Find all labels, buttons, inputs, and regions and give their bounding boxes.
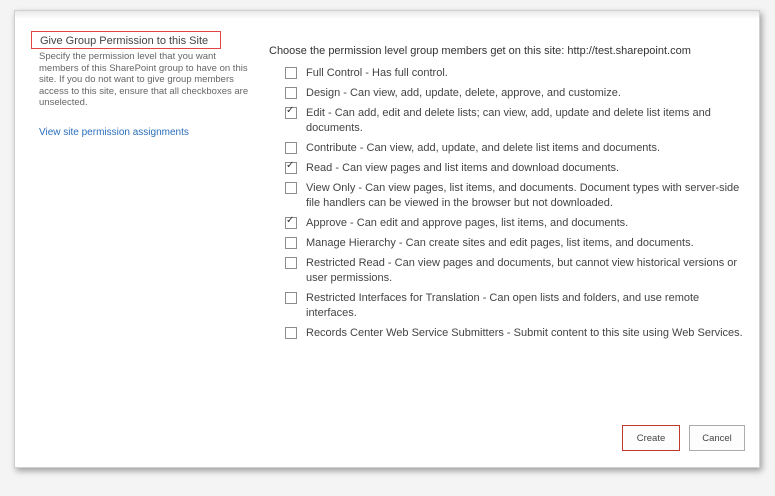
permission-item: Read - Can view pages and list items and… — [269, 160, 744, 176]
permission-item: Full Control - Has full control. — [269, 66, 744, 81]
permission-item: View Only - Can view pages, list items, … — [269, 181, 744, 211]
permission-checkbox[interactable] — [285, 327, 297, 339]
permission-label: Read - Can view pages and list items and… — [306, 162, 620, 174]
permission-item: Design - Can view, add, update, delete, … — [269, 86, 744, 101]
permission-checkbox[interactable] — [285, 87, 297, 99]
permission-item: Records Center Web Service Submitters - … — [269, 326, 744, 341]
permission-item: Restricted Interfaces for Translation - … — [269, 291, 744, 321]
permission-checkbox[interactable] — [285, 215, 297, 229]
permission-item: Manage Hierarchy - Can create sites and … — [269, 236, 744, 251]
create-button[interactable]: Create — [622, 425, 680, 451]
permission-checkbox[interactable] — [285, 182, 297, 194]
permission-intro: Choose the permission level group member… — [269, 45, 691, 57]
permission-checkbox[interactable] — [285, 292, 297, 304]
permission-item: Edit - Can add, edit and delete lists; c… — [269, 105, 744, 136]
section-description: Specify the permission level that you wa… — [39, 51, 249, 108]
permission-label: Manage Hierarchy - Can create sites and … — [306, 237, 694, 249]
permission-label: Approve - Can edit and approve pages, li… — [306, 217, 629, 229]
permission-checkbox[interactable] — [285, 67, 297, 79]
permission-label: Restricted Interfaces for Translation - … — [306, 292, 700, 319]
section-title: Give Group Permission to this Site — [31, 31, 221, 49]
permission-checkbox[interactable] — [285, 142, 297, 154]
cancel-button[interactable]: Cancel — [689, 425, 745, 451]
permission-item: Approve - Can edit and approve pages, li… — [269, 215, 744, 231]
permission-item: Contribute - Can view, add, update, and … — [269, 141, 744, 156]
permission-label: Restricted Read - Can view pages and doc… — [306, 257, 738, 284]
view-permission-assignments-link[interactable]: View site permission assignments — [39, 127, 189, 138]
permission-checkbox[interactable] — [285, 257, 297, 269]
permission-label: Full Control - Has full control. — [306, 67, 448, 79]
permission-label: Design - Can view, add, update, delete, … — [306, 87, 621, 99]
permission-checkbox[interactable] — [285, 160, 297, 174]
permission-checkbox[interactable] — [285, 105, 297, 119]
permission-label: Records Center Web Service Submitters - … — [306, 327, 743, 339]
top-strip — [15, 11, 759, 19]
permission-checkbox[interactable] — [285, 237, 297, 249]
permission-label: View Only - Can view pages, list items, … — [306, 182, 740, 209]
permission-list: Full Control - Has full control. Design -… — [269, 66, 744, 341]
permission-levels-panel: Choose the permission level group member… — [269, 45, 744, 346]
dialog-frame: Give Group Permission to this Site Speci… — [14, 10, 760, 468]
permission-label: Contribute - Can view, add, update, and … — [306, 142, 661, 154]
permission-item: Restricted Read - Can view pages and doc… — [269, 256, 744, 286]
permission-label: Edit - Can add, edit and delete lists; c… — [306, 107, 711, 134]
